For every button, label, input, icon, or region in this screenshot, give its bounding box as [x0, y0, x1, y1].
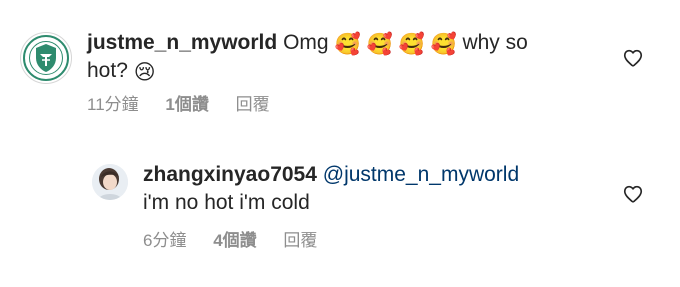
comment-1-time: 11分鐘 [87, 95, 139, 114]
smiling-face-with-hearts-icon: 🥰 [430, 33, 457, 56]
smiling-face-with-hearts-icon: 🥰 [398, 33, 425, 56]
comment-2-username[interactable]: zhangxinyao7054 [143, 163, 317, 186]
comment-2-mention-link[interactable]: @justme_n_myworld [323, 163, 519, 186]
shield-badge-logo [23, 35, 69, 81]
comment-1-body: justme_n_myworld Omg 🥰 🥰 🥰 🥰 why so hot?… [87, 29, 607, 85]
avatar-justme-n-myworld[interactable] [20, 32, 72, 84]
heart-icon[interactable] [622, 183, 644, 205]
comment-1-reply-button[interactable]: 回覆 [236, 95, 270, 115]
comment-1-username[interactable]: justme_n_myworld [87, 31, 277, 54]
smiling-face-with-hearts-icon: 🥰 [366, 33, 393, 56]
crying-face-icon: 😢 [133, 61, 156, 84]
comment-2-body: zhangxinyao7054 @justme_n_myworld i'm no… [143, 161, 613, 217]
comment-1-text-start: Omg [283, 31, 329, 54]
comment-1-text-end: hot? [87, 59, 128, 82]
avatar-zhangxinyao7054[interactable] [92, 164, 128, 200]
comment-2-time: 6分鐘 [143, 231, 187, 250]
comment-2-text: i'm no hot i'm cold [143, 191, 310, 214]
heart-icon[interactable] [622, 47, 644, 69]
comment-1-likes[interactable]: 1個讚 [165, 95, 208, 115]
comment-1: justme_n_myworld Omg 🥰 🥰 🥰 🥰 why so hot?… [0, 0, 680, 130]
smiling-face-with-hearts-icon: 🥰 [334, 33, 361, 56]
comment-2-reply-button[interactable]: 回覆 [283, 231, 317, 251]
comment-2-reply: zhangxinyao7054 @justme_n_myworld i'm no… [0, 140, 680, 280]
comment-1-meta: 11分鐘 1個讚 回覆 [87, 95, 292, 115]
comment-2-likes[interactable]: 4個讚 [213, 231, 256, 251]
comment-2-meta: 6分鐘 4個讚 回覆 [143, 231, 339, 251]
comment-1-text-middle: why so [462, 31, 528, 54]
profile-photo [92, 164, 128, 200]
